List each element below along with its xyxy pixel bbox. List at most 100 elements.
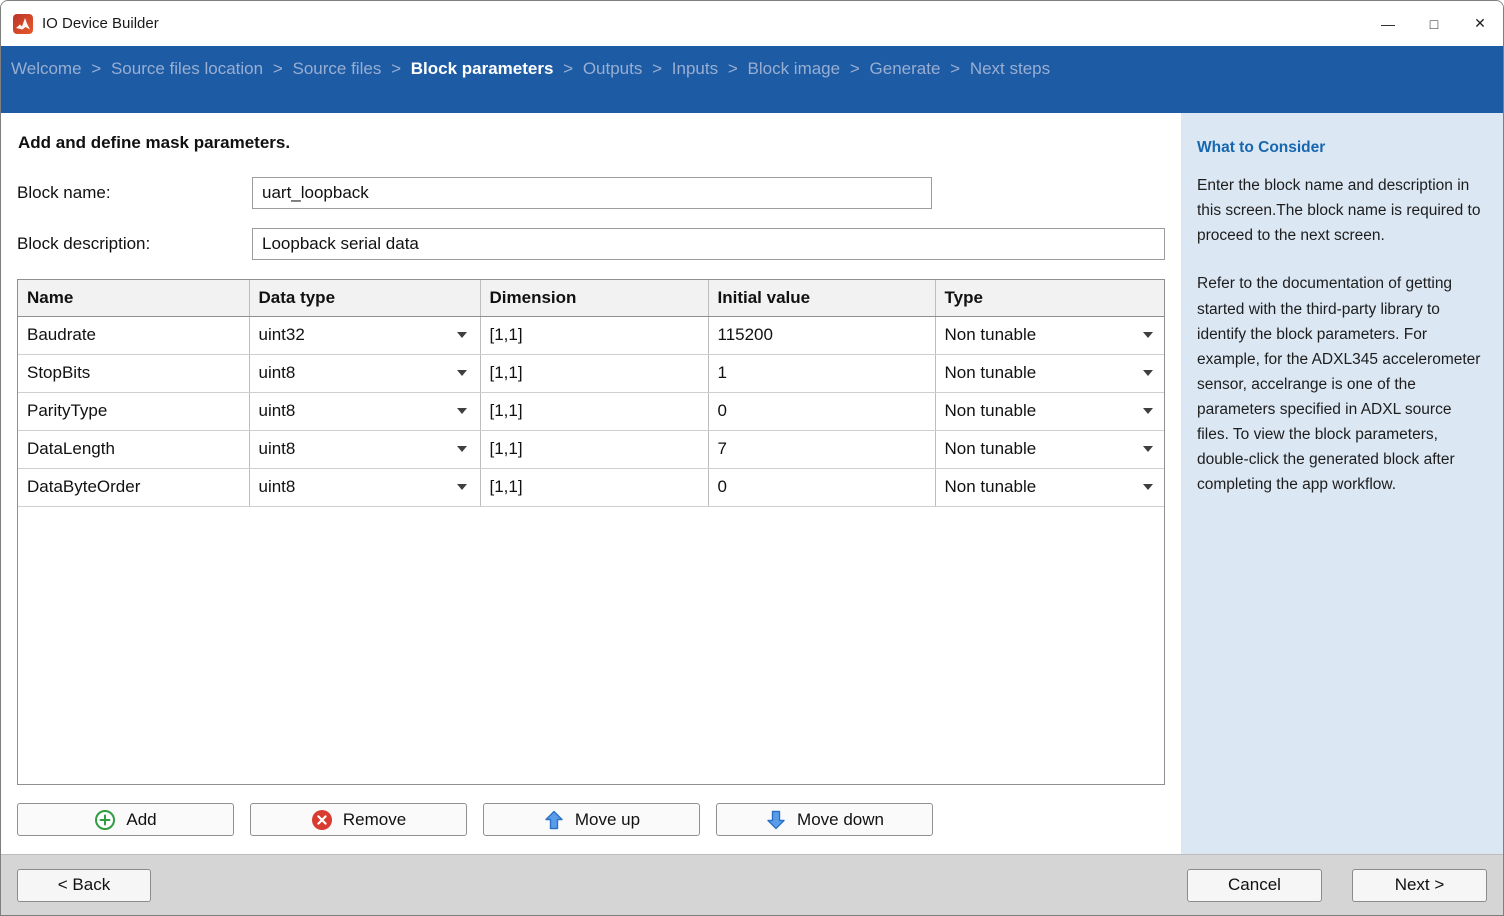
maximize-button[interactable]: □ bbox=[1411, 1, 1457, 46]
initial-value-cell[interactable]: 115200 bbox=[708, 316, 935, 354]
help-paragraph: Refer to the documentation of getting st… bbox=[1197, 271, 1485, 497]
window-title: IO Device Builder bbox=[42, 15, 159, 32]
move-up-button-label: Move up bbox=[575, 810, 640, 830]
dimension-cell[interactable]: [1,1] bbox=[480, 430, 708, 468]
param-name-cell[interactable]: StopBits bbox=[18, 354, 249, 392]
main-panel: Add and define mask parameters. Block na… bbox=[1, 113, 1181, 854]
breadcrumb-step-next-steps[interactable]: Next steps bbox=[970, 59, 1050, 78]
type-dropdown[interactable]: Non tunable bbox=[935, 468, 1165, 506]
dropdown-value: Non tunable bbox=[945, 325, 1037, 345]
chevron-down-icon bbox=[1143, 370, 1153, 376]
initial-value-cell[interactable]: 0 bbox=[708, 468, 935, 506]
next-button[interactable]: Next > bbox=[1352, 869, 1487, 902]
footer-bar: < Back Cancel Next > bbox=[1, 854, 1503, 915]
breadcrumb-separator: > bbox=[950, 59, 960, 78]
dimension-cell[interactable]: [1,1] bbox=[480, 316, 708, 354]
table-row[interactable]: StopBits uint8 [1,1] 1 Non tunable bbox=[18, 354, 1165, 392]
chevron-down-icon bbox=[1143, 408, 1153, 414]
dimension-cell[interactable]: [1,1] bbox=[480, 392, 708, 430]
param-name-cell[interactable]: DataByteOrder bbox=[18, 468, 249, 506]
param-name-cell[interactable]: Baudrate bbox=[18, 316, 249, 354]
chevron-down-icon bbox=[457, 446, 467, 452]
app-window: IO Device Builder — □ ✕ Welcome > Source… bbox=[0, 0, 1504, 916]
add-button[interactable]: Add bbox=[17, 803, 234, 836]
block-description-row: Block description: bbox=[17, 228, 1165, 260]
initial-value-cell[interactable]: 7 bbox=[708, 430, 935, 468]
chevron-down-icon bbox=[1143, 484, 1153, 490]
breadcrumb-step-outputs[interactable]: Outputs bbox=[583, 59, 643, 78]
minimize-button[interactable]: — bbox=[1365, 1, 1411, 46]
breadcrumb-separator: > bbox=[273, 59, 283, 78]
parameters-table: Name Data type Dimension Initial value T… bbox=[17, 279, 1165, 785]
block-name-row: Block name: bbox=[17, 177, 1165, 209]
dropdown-value: uint32 bbox=[259, 325, 305, 345]
type-dropdown[interactable]: Non tunable bbox=[935, 316, 1165, 354]
table-row[interactable]: DataLength uint8 [1,1] 7 Non tunable bbox=[18, 430, 1165, 468]
column-header-dimension: Dimension bbox=[480, 280, 708, 316]
help-panel-title: What to Consider bbox=[1197, 135, 1485, 160]
breadcrumb-step-source-files[interactable]: Source files bbox=[293, 59, 382, 78]
dimension-cell[interactable]: [1,1] bbox=[480, 354, 708, 392]
param-name-cell[interactable]: DataLength bbox=[18, 430, 249, 468]
breadcrumb-step-welcome[interactable]: Welcome bbox=[11, 59, 82, 78]
dropdown-value: Non tunable bbox=[945, 401, 1037, 421]
content-area: Add and define mask parameters. Block na… bbox=[1, 113, 1503, 854]
dimension-cell[interactable]: [1,1] bbox=[480, 468, 708, 506]
matlab-logo-icon bbox=[13, 14, 33, 34]
chevron-down-icon bbox=[1143, 446, 1153, 452]
breadcrumb-separator: > bbox=[850, 59, 860, 78]
column-header-type: Type bbox=[935, 280, 1165, 316]
data-type-dropdown[interactable]: uint8 bbox=[249, 392, 480, 430]
column-header-initial-value: Initial value bbox=[708, 280, 935, 316]
column-header-name: Name bbox=[18, 280, 249, 316]
initial-value-cell[interactable]: 1 bbox=[708, 354, 935, 392]
close-button[interactable]: ✕ bbox=[1457, 1, 1503, 46]
breadcrumb-separator: > bbox=[652, 59, 662, 78]
add-icon bbox=[94, 809, 116, 831]
dropdown-value: Non tunable bbox=[945, 477, 1037, 497]
chevron-down-icon bbox=[457, 332, 467, 338]
data-type-dropdown[interactable]: uint8 bbox=[249, 354, 480, 392]
table-row[interactable]: Baudrate uint32 [1,1] 115200 Non tunable bbox=[18, 316, 1165, 354]
type-dropdown[interactable]: Non tunable bbox=[935, 354, 1165, 392]
breadcrumb-step-inputs[interactable]: Inputs bbox=[672, 59, 718, 78]
breadcrumb-step-block-parameters[interactable]: Block parameters bbox=[411, 59, 554, 78]
breadcrumb-step-block-image[interactable]: Block image bbox=[748, 59, 841, 78]
dropdown-value: uint8 bbox=[259, 401, 296, 421]
type-dropdown[interactable]: Non tunable bbox=[935, 430, 1165, 468]
breadcrumb-separator: > bbox=[728, 59, 738, 78]
breadcrumb-separator: > bbox=[563, 59, 573, 78]
param-name-cell[interactable]: ParityType bbox=[18, 392, 249, 430]
help-panel: What to Consider Enter the block name an… bbox=[1181, 113, 1503, 854]
remove-button[interactable]: Remove bbox=[250, 803, 467, 836]
block-description-label: Block description: bbox=[17, 234, 252, 254]
move-up-button[interactable]: Move up bbox=[483, 803, 700, 836]
chevron-down-icon bbox=[1143, 332, 1153, 338]
table-row[interactable]: ParityType uint8 [1,1] 0 Non tunable bbox=[18, 392, 1165, 430]
breadcrumb-separator: > bbox=[91, 59, 101, 78]
back-button[interactable]: < Back bbox=[17, 869, 151, 902]
remove-icon bbox=[311, 809, 333, 831]
page-title: Add and define mask parameters. bbox=[18, 133, 1165, 153]
table-row[interactable]: DataByteOrder uint8 [1,1] 0 Non tunable bbox=[18, 468, 1165, 506]
data-type-dropdown[interactable]: uint8 bbox=[249, 468, 480, 506]
cancel-button[interactable]: Cancel bbox=[1187, 869, 1322, 902]
block-name-label: Block name: bbox=[17, 183, 252, 203]
move-down-button[interactable]: Move down bbox=[716, 803, 933, 836]
breadcrumb-separator: > bbox=[391, 59, 401, 78]
breadcrumb-step-generate[interactable]: Generate bbox=[870, 59, 941, 78]
type-dropdown[interactable]: Non tunable bbox=[935, 392, 1165, 430]
add-button-label: Add bbox=[126, 810, 156, 830]
initial-value-cell[interactable]: 0 bbox=[708, 392, 935, 430]
dropdown-value: Non tunable bbox=[945, 363, 1037, 383]
breadcrumb-step-source-files-location[interactable]: Source files location bbox=[111, 59, 263, 78]
chevron-down-icon bbox=[457, 484, 467, 490]
dropdown-value: uint8 bbox=[259, 439, 296, 459]
help-paragraph: Enter the block name and description in … bbox=[1197, 173, 1485, 248]
move-down-button-label: Move down bbox=[797, 810, 884, 830]
block-name-input[interactable] bbox=[252, 177, 932, 209]
data-type-dropdown[interactable]: uint8 bbox=[249, 430, 480, 468]
block-description-input[interactable] bbox=[252, 228, 1165, 260]
title-bar: IO Device Builder — □ ✕ bbox=[1, 1, 1503, 46]
data-type-dropdown[interactable]: uint32 bbox=[249, 316, 480, 354]
